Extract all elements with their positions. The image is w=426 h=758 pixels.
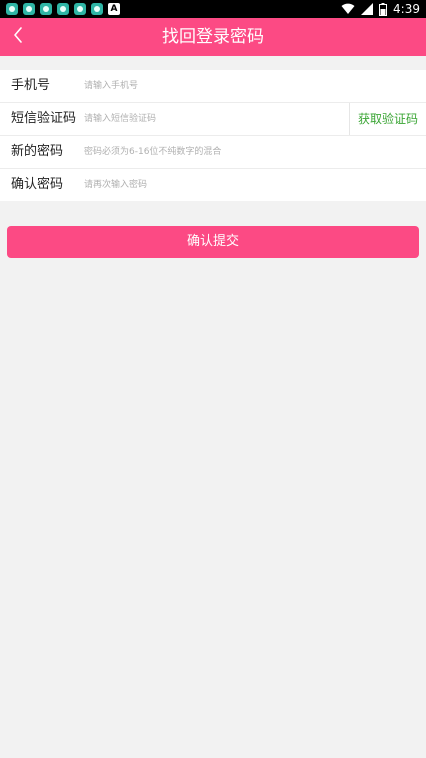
submit-button[interactable]: 确认提交	[7, 226, 419, 258]
app-notification-icon	[6, 3, 18, 15]
system-icons: 4:39	[341, 1, 420, 17]
get-code-button[interactable]: 获取验证码	[350, 103, 426, 135]
app-notification-icon	[23, 3, 35, 15]
cell-signal-icon	[361, 3, 374, 15]
sms-code-label: 短信验证码	[11, 111, 77, 126]
phone-label: 手机号	[11, 78, 51, 93]
sms-code-row: 短信验证码 获取验证码	[0, 103, 426, 136]
battery-icon	[379, 2, 388, 16]
confirm-password-row: 确认密码	[0, 169, 426, 201]
password-reset-form: 手机号 短信验证码 获取验证码 新的密码 确认密码	[0, 70, 426, 201]
title-bar: 找回登录密码	[0, 18, 426, 56]
new-password-label: 新的密码	[11, 144, 64, 159]
app-notification-icon	[91, 3, 103, 15]
confirm-password-label: 确认密码	[11, 177, 64, 192]
new-password-input[interactable]	[84, 142, 404, 162]
phone-row: 手机号	[0, 70, 426, 103]
page-title: 找回登录密码	[162, 27, 264, 47]
status-time: 4:39	[393, 2, 420, 16]
app-notification-icon	[74, 3, 86, 15]
app-notification-icon	[57, 3, 69, 15]
a-notification-icon: A	[108, 3, 120, 15]
chevron-left-icon	[13, 27, 23, 47]
back-button[interactable]	[2, 21, 34, 53]
status-bar: A 4:39	[0, 0, 426, 18]
app-notification-icon	[40, 3, 52, 15]
phone-input[interactable]	[84, 76, 404, 96]
wifi-icon	[341, 3, 355, 15]
confirm-password-input[interactable]	[84, 175, 404, 195]
sms-code-input[interactable]	[84, 109, 344, 129]
new-password-row: 新的密码	[0, 136, 426, 169]
notification-icons: A	[6, 3, 120, 15]
